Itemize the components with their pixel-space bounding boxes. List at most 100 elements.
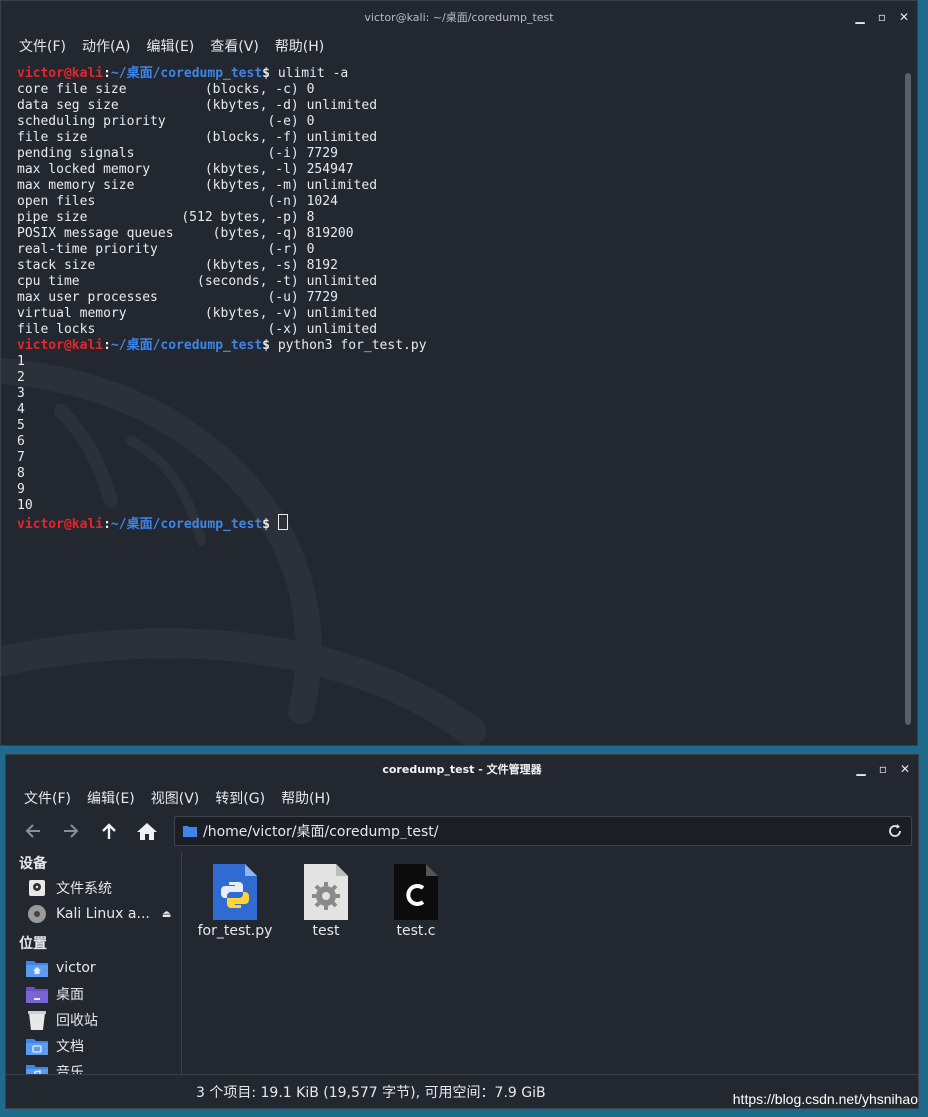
- command-text: ulimit -a: [277, 66, 349, 81]
- executable-file-icon: [281, 861, 371, 923]
- sidebar-item-kali-disc[interactable]: Kali Linux a... ⏏: [6, 901, 181, 927]
- output-line: 2: [17, 370, 25, 385]
- sidebar-item-trash[interactable]: 回收站: [6, 1007, 181, 1033]
- prompt-line: victor@kali:~/桌面/coredump_test$ ulimit -…: [17, 66, 897, 82]
- sidebar-item-label: 文件系统: [56, 881, 112, 897]
- file-manager-window[interactable]: coredump_test - 文件管理器 ▁ ▫ ✕ 文件(F) 编辑(E) …: [5, 754, 919, 1109]
- forward-icon[interactable]: [52, 815, 90, 847]
- c-source-file-icon: [371, 861, 461, 923]
- sidebar-item-documents[interactable]: 文档: [6, 1033, 181, 1059]
- terminal-output[interactable]: victor@kali:~/桌面/coredump_test$ ulimit -…: [17, 66, 897, 745]
- output-line: pipe size (512 bytes, -p) 8: [17, 210, 315, 225]
- prompt-sign: $: [262, 66, 278, 81]
- maximize-icon[interactable]: ▫: [875, 10, 889, 24]
- file-view[interactable]: for_test.py test test.c: [182, 851, 918, 1075]
- program-output: 1 2 3 4 5 6 7 8 9 10: [17, 354, 897, 514]
- file-manager-menubar: 文件(F) 编辑(E) 视图(V) 转到(G) 帮助(H): [6, 785, 918, 811]
- output-line: 6: [17, 434, 25, 449]
- ulimit-output: core file size (blocks, -c) 0 data seg si…: [17, 82, 897, 338]
- output-line: POSIX message queues (bytes, -q) 819200: [17, 226, 354, 241]
- prompt-user: victor@kali: [17, 338, 104, 353]
- eject-icon[interactable]: ⏏: [162, 909, 171, 920]
- output-line: cpu time (seconds, -t) unlimited: [17, 274, 378, 289]
- sidebar-item-label: 回收站: [56, 1013, 98, 1029]
- output-line: core file size (blocks, -c) 0: [17, 82, 315, 97]
- disc-icon: [26, 904, 48, 924]
- close-icon[interactable]: ✕: [897, 10, 911, 24]
- output-line: scheduling priority (-e) 0: [17, 114, 315, 129]
- minimize-icon[interactable]: ▁: [854, 762, 868, 776]
- home-icon[interactable]: [128, 815, 166, 847]
- output-line: real-time priority (-r) 0: [17, 242, 315, 257]
- output-line: virtual memory (kbytes, -v) unlimited: [17, 306, 378, 321]
- output-line: file locks (-x) unlimited: [17, 322, 378, 337]
- file-item[interactable]: test.c: [371, 851, 461, 939]
- menu-file[interactable]: 文件(F): [11, 36, 74, 56]
- trash-icon: [26, 1010, 48, 1030]
- sidebar-item-music[interactable]: 音乐: [6, 1059, 181, 1075]
- prompt-line[interactable]: victor@kali:~/桌面/coredump_test$: [17, 514, 897, 533]
- menu-view[interactable]: 查看(V): [202, 36, 267, 56]
- prompt-colon: :: [103, 66, 111, 81]
- menu-help[interactable]: 帮助(H): [273, 788, 338, 808]
- output-line: 9: [17, 482, 25, 497]
- maximize-icon[interactable]: ▫: [876, 762, 890, 776]
- back-icon[interactable]: [14, 815, 52, 847]
- menu-view[interactable]: 视图(V): [143, 788, 208, 808]
- command-text: python3 for_test.py: [277, 338, 427, 353]
- prompt-path: ~/桌面/coredump_test: [110, 338, 263, 353]
- output-line: 8: [17, 466, 25, 481]
- prompt-colon: :: [103, 338, 111, 353]
- sidebar-item-filesystem[interactable]: 文件系统: [6, 875, 181, 901]
- close-icon[interactable]: ✕: [898, 762, 912, 776]
- output-line: 7: [17, 450, 25, 465]
- output-line: 3: [17, 386, 25, 401]
- watermark-url: https://blog.csdn.net/yhsnihao: [732, 1091, 918, 1107]
- desktop-folder-icon: [26, 984, 48, 1004]
- sidebar-item-desktop[interactable]: 桌面: [6, 981, 181, 1007]
- output-line: max locked memory (kbytes, -l) 254947: [17, 162, 354, 177]
- prompt-colon: :: [103, 517, 111, 532]
- minimize-icon[interactable]: ▁: [853, 10, 867, 24]
- output-line: data seg size (kbytes, -d) unlimited: [17, 98, 378, 113]
- sidebar-item-label: 文档: [56, 1039, 84, 1055]
- file-manager-titlebar[interactable]: coredump_test - 文件管理器 ▁ ▫ ✕: [6, 755, 918, 783]
- menu-file[interactable]: 文件(F): [16, 788, 79, 808]
- drive-icon: [26, 878, 48, 898]
- terminal-menubar: 文件(F) 动作(A) 编辑(E) 查看(V) 帮助(H): [1, 33, 917, 59]
- prompt-path: ~/桌面/coredump_test: [110, 517, 263, 532]
- menu-action[interactable]: 动作(A): [74, 36, 139, 56]
- devices-heading: 设备: [19, 856, 47, 872]
- prompt-sign: $: [262, 338, 278, 353]
- sidebar-item-label: victor: [56, 960, 96, 976]
- places-heading: 位置: [19, 936, 47, 952]
- output-line: max memory size (kbytes, -m) unlimited: [17, 178, 378, 193]
- text-cursor: [277, 514, 288, 530]
- file-manager-title: coredump_test - 文件管理器: [382, 763, 542, 776]
- terminal-window[interactable]: victor@kali: ~/桌面/coredump_test ▁ ▫ ✕ 文件…: [0, 0, 918, 746]
- location-bar[interactable]: [174, 816, 912, 846]
- folder-icon: [183, 826, 197, 837]
- file-name: test: [312, 923, 340, 939]
- up-icon[interactable]: [90, 815, 128, 847]
- location-input[interactable]: [203, 823, 887, 839]
- sidebar-item-label: 桌面: [56, 987, 84, 1003]
- menu-edit[interactable]: 编辑(E): [79, 788, 143, 808]
- menu-help[interactable]: 帮助(H): [267, 36, 332, 56]
- sidebar-item-victor[interactable]: victor: [6, 955, 181, 981]
- prompt-path: ~/桌面/coredump_test: [110, 66, 263, 81]
- output-line: max user processes (-u) 7729: [17, 290, 338, 305]
- side-pane: 设备 文件系统 Kali Linux a... ⏏ 位置 victor 桌面 回…: [6, 851, 181, 1075]
- file-manager-toolbar: [6, 815, 918, 847]
- file-item[interactable]: test: [281, 851, 371, 939]
- menu-go[interactable]: 转到(G): [207, 788, 273, 808]
- prompt-line: victor@kali:~/桌面/coredump_test$ python3 …: [17, 338, 897, 354]
- file-item[interactable]: for_test.py: [190, 851, 280, 939]
- file-name: test.c: [396, 923, 436, 939]
- menu-edit[interactable]: 编辑(E): [139, 36, 203, 56]
- output-line: pending signals (-i) 7729: [17, 146, 338, 161]
- terminal-titlebar[interactable]: victor@kali: ~/桌面/coredump_test ▁ ▫ ✕: [1, 1, 917, 33]
- output-line: 1: [17, 354, 25, 369]
- reload-icon[interactable]: [887, 823, 903, 839]
- status-text: 3 个项目: 19.1 KiB (19,577 字节), 可用空间：7.9 Gi…: [196, 1084, 546, 1101]
